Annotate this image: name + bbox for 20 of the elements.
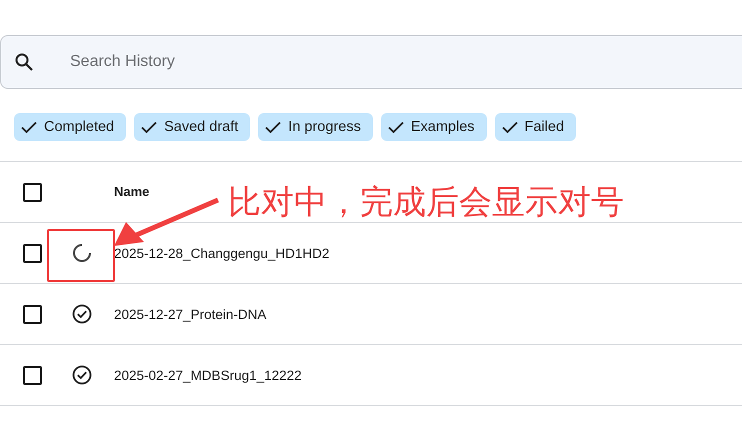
file-name[interactable]: 2025-12-28_Changgengu_HD1HD2 bbox=[114, 246, 330, 260]
filter-chip[interactable]: Failed bbox=[494, 113, 576, 141]
search-icon bbox=[14, 52, 34, 72]
column-header: Name bbox=[114, 184, 150, 198]
search-field[interactable]: Search History bbox=[68, 52, 472, 72]
check-circle-icon bbox=[71, 364, 93, 386]
spinner-icon bbox=[71, 242, 93, 264]
checkbox[interactable] bbox=[23, 366, 42, 384]
file-name[interactable]: 2025-12-27_Protein-DNA bbox=[114, 306, 266, 322]
highlight-box bbox=[47, 229, 115, 282]
checkbox[interactable] bbox=[23, 244, 42, 262]
checkbox[interactable] bbox=[23, 304, 42, 324]
check-circle-icon bbox=[71, 303, 93, 325]
filter-chip[interactable]: Examples bbox=[380, 113, 487, 141]
filter-chip[interactable]: Saved draft bbox=[134, 113, 250, 141]
file-name[interactable]: 2025-02-27_MDBSrug1_12222 bbox=[114, 368, 302, 382]
checkbox[interactable] bbox=[23, 182, 42, 202]
annotation-text: 比对中，完成后会显示对号 bbox=[228, 181, 624, 223]
filter-chip[interactable]: Completed bbox=[14, 113, 126, 141]
filter-chip[interactable]: In progress bbox=[258, 113, 373, 141]
